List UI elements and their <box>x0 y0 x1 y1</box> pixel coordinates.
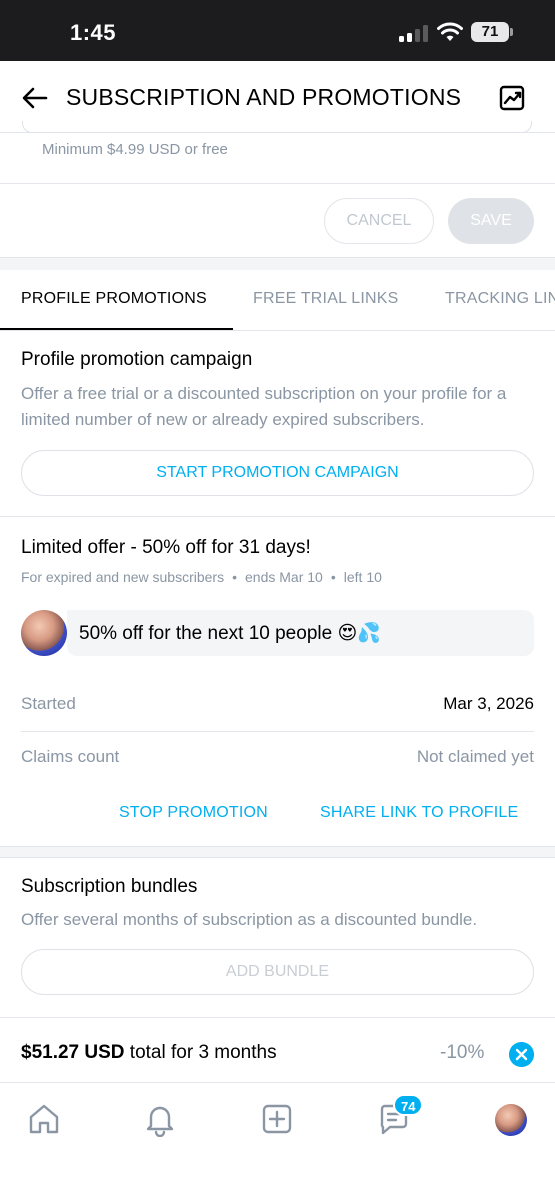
remove-bundle-icon[interactable] <box>509 1042 534 1067</box>
promotion-message: 50% off for the next 10 people 😍💦 <box>67 610 534 656</box>
offer-meta: For expired and new subscribers • ends Mar… <box>21 569 382 585</box>
offer-audience: For expired and new subscribers <box>21 569 225 585</box>
notifications-bell-icon[interactable] <box>142 1101 178 1137</box>
divider <box>21 731 534 732</box>
claims-value: Not claimed yet <box>416 747 534 766</box>
bundle-duration: total for 3 months <box>129 1042 277 1063</box>
offer-ends: ends Mar 10 <box>245 569 323 585</box>
bundles-title: Subscription bundles <box>21 876 198 897</box>
add-post-icon[interactable] <box>259 1101 295 1137</box>
save-button[interactable]: SAVE <box>448 198 534 244</box>
stop-promotion-button[interactable]: STOP PROMOTION <box>119 804 268 822</box>
back-arrow-icon[interactable] <box>20 83 50 113</box>
section-gap <box>0 257 555 270</box>
tab-profile-promotions[interactable]: PROFILE PROMOTIONS <box>21 290 207 308</box>
cellular-signal-icon <box>399 24 429 42</box>
separator-dot: • <box>330 569 336 585</box>
messages-count-badge: 74 <box>393 1094 424 1116</box>
start-promotion-button[interactable]: START PROMOTION CAMPAIGN <box>21 450 534 496</box>
offer-left: left 10 <box>343 569 382 585</box>
divider <box>0 1017 555 1018</box>
active-tab-indicator <box>0 328 233 330</box>
bundle-price: $51.27 USD <box>21 1042 125 1063</box>
battery-nub <box>510 28 513 36</box>
price-input[interactable] <box>22 121 532 133</box>
divider <box>0 516 555 517</box>
campaign-description: Offer a free trial or a discounted subsc… <box>21 384 507 429</box>
status-bar: 1:45 71 <box>0 0 555 61</box>
battery-icon: 71 <box>471 22 509 42</box>
profile-avatar[interactable] <box>495 1104 527 1136</box>
cancel-button[interactable]: CANCEL <box>324 198 434 244</box>
promotion-tabs: PROFILE PROMOTIONS FREE TRIAL LINKS TRAC… <box>0 270 555 331</box>
bottom-navigation: 74 <box>0 1082 555 1200</box>
share-link-button[interactable]: SHARE LINK TO PROFILE <box>320 804 518 822</box>
claims-label: Claims count <box>21 747 120 766</box>
status-time: 1:45 <box>70 20 117 45</box>
started-label: Started <box>21 694 76 713</box>
price-hint: Minimum $4.99 USD or free <box>42 141 228 158</box>
section-gap <box>0 846 555 858</box>
home-icon[interactable] <box>26 1101 62 1137</box>
campaign-title: Profile promotion campaign <box>21 349 253 370</box>
separator-dot: • <box>232 569 238 585</box>
statistics-chart-icon[interactable] <box>497 83 527 113</box>
divider <box>0 183 555 184</box>
avatar <box>21 610 67 656</box>
page-title: SUBSCRIPTION AND PROMOTIONS <box>66 84 462 110</box>
wifi-icon <box>437 22 463 41</box>
offer-title: Limited offer - 50% off for 31 days! <box>21 537 311 558</box>
bundle-item: $51.27 USD total for 3 months <box>21 1042 277 1064</box>
bundles-description: Offer several months of subscription as … <box>21 910 478 929</box>
add-bundle-button[interactable]: ADD BUNDLE <box>21 949 534 995</box>
started-value: Mar 3, 2026 <box>443 694 534 713</box>
tab-tracking-links[interactable]: TRACKING LINKS <box>445 290 555 308</box>
bundle-discount: -10% <box>440 1042 485 1063</box>
tab-free-trial-links[interactable]: FREE TRIAL LINKS <box>253 290 398 308</box>
